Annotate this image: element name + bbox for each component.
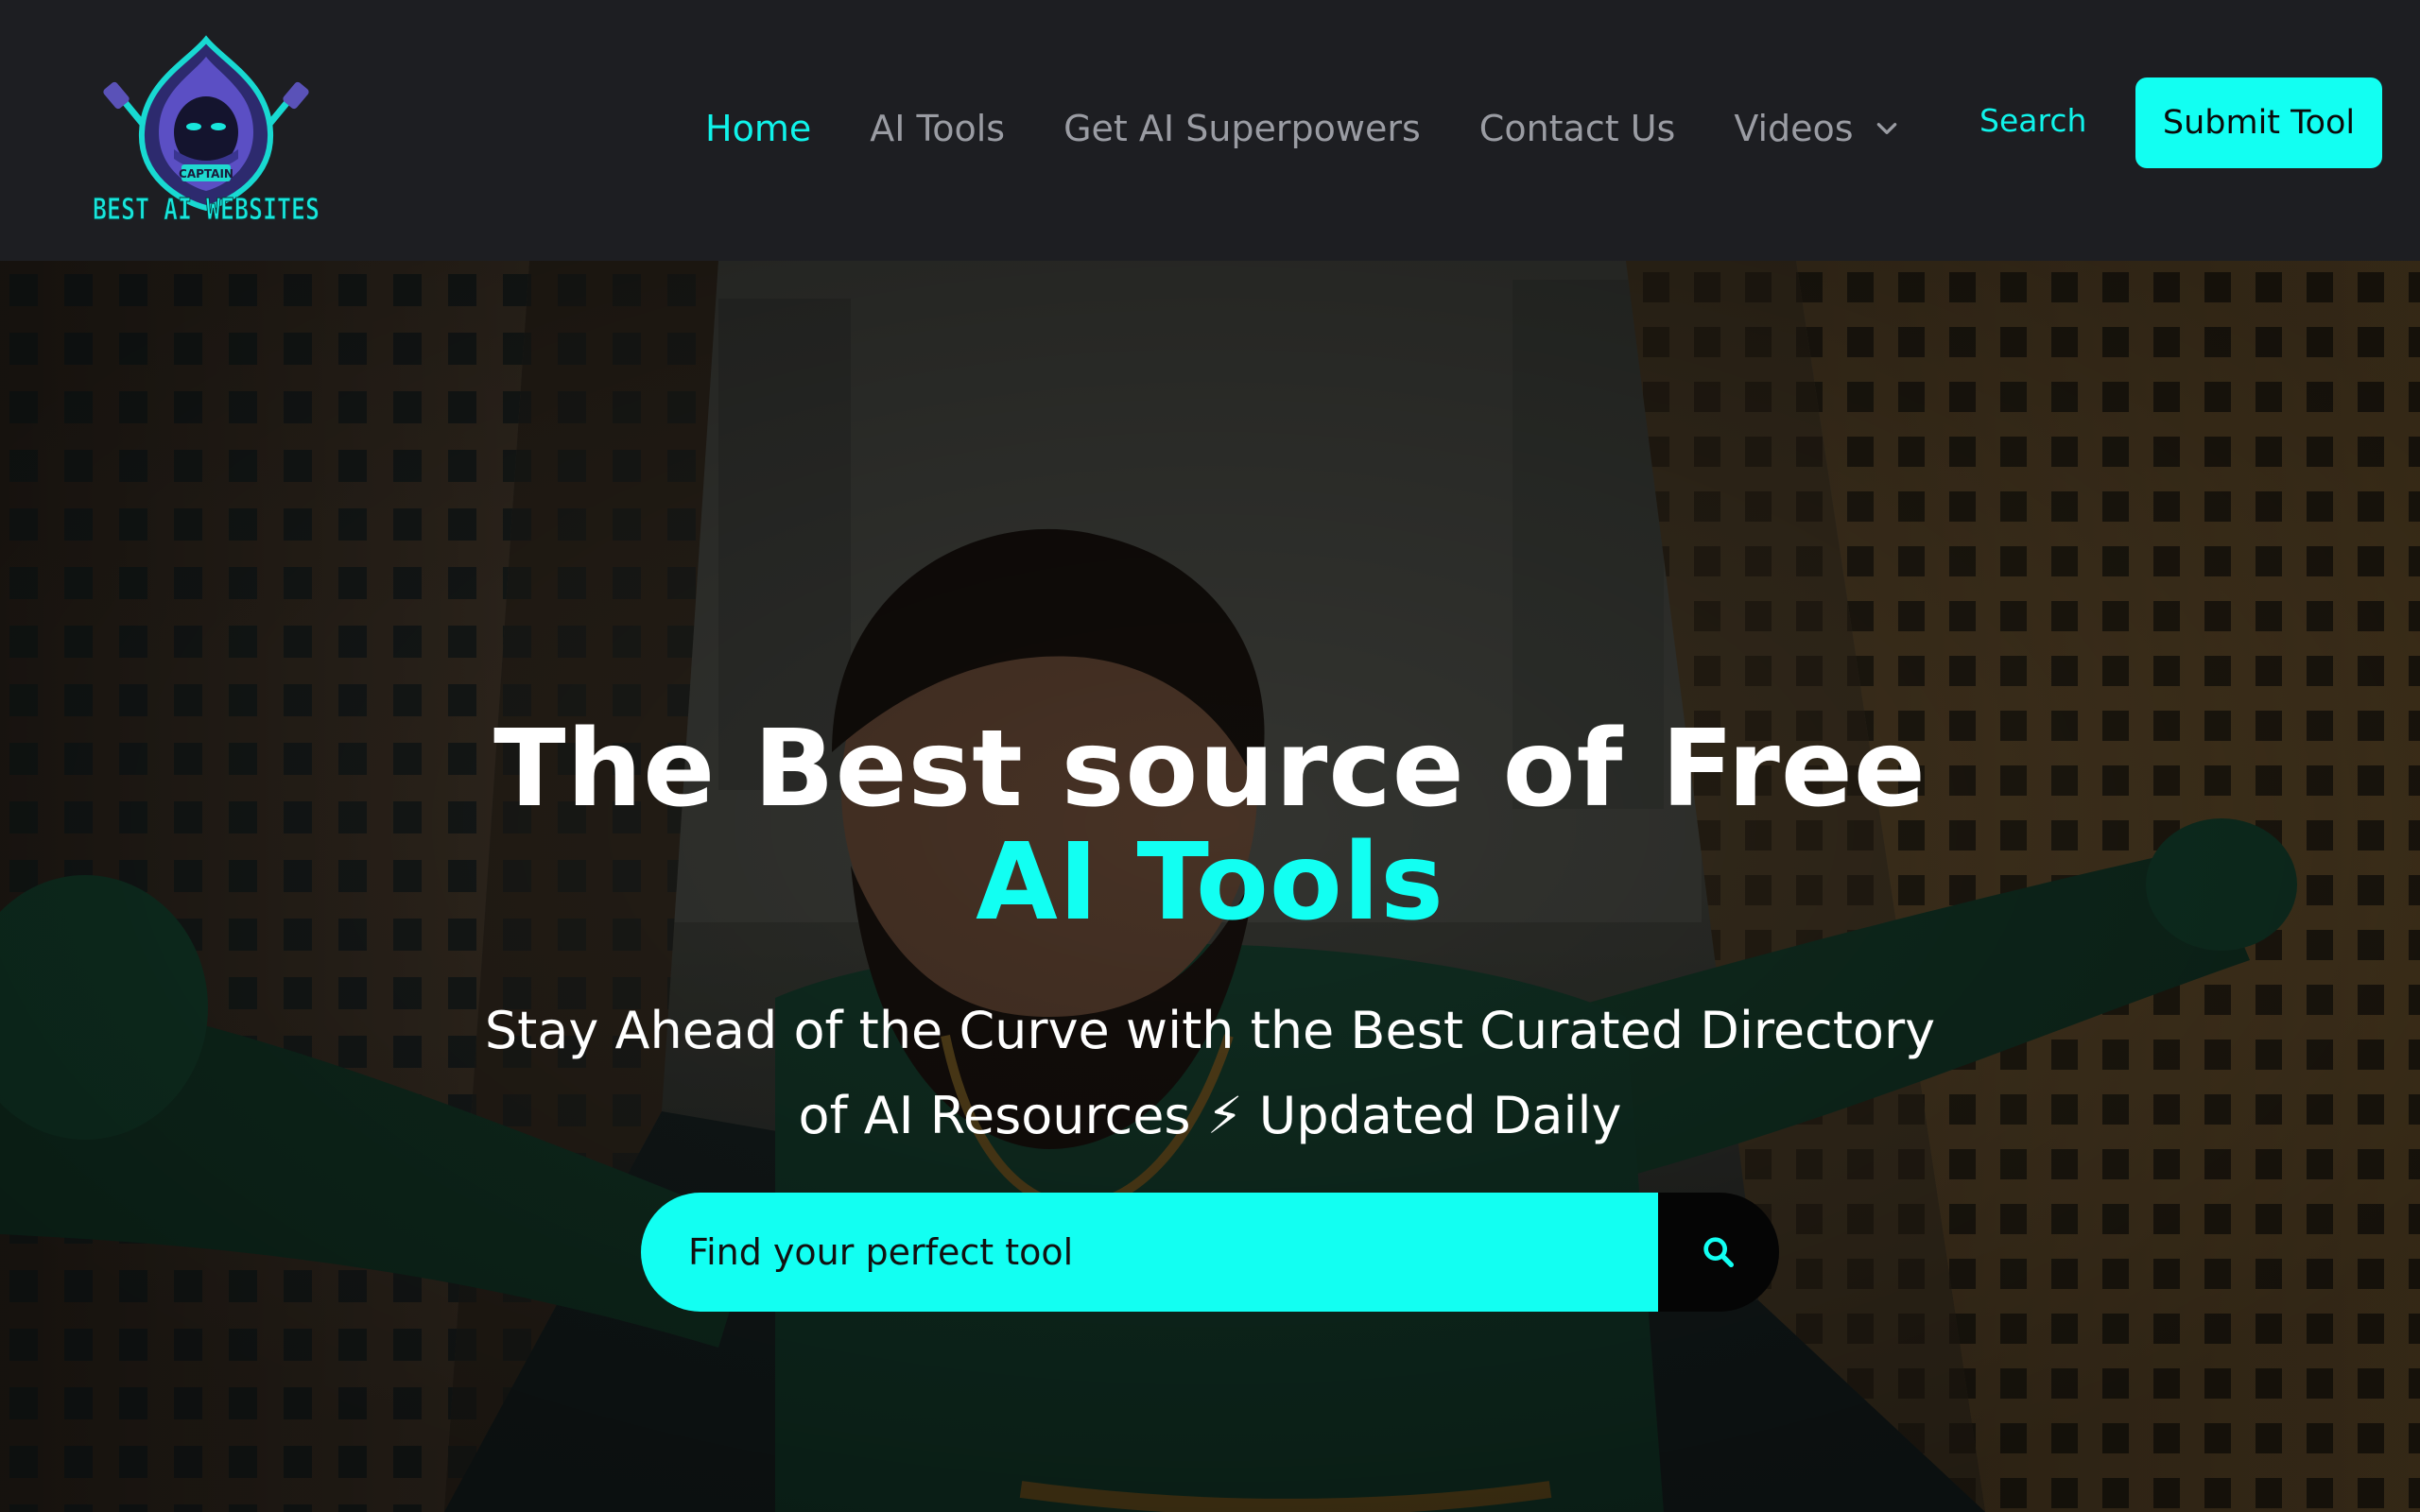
site-logo[interactable]: CAPTAIN BEST AI WEBSITES — [83, 34, 329, 232]
hero-subtitle: Stay Ahead of the Curve with the Best Cu… — [359, 988, 2061, 1159]
hero-subtitle-line2: of AI Resources ⚡ Updated Daily — [798, 1086, 1622, 1145]
nav-contact-us[interactable]: Contact Us — [1479, 108, 1676, 149]
hero-title-line1: The Best source of Free — [493, 708, 1927, 831]
nav-home[interactable]: Home — [705, 108, 811, 149]
site-header: CAPTAIN BEST AI WEBSITES Home AI Tools G… — [0, 0, 2420, 261]
tool-search-button[interactable] — [1658, 1193, 1779, 1312]
nav-get-ai-superpowers[interactable]: Get AI Superpowers — [1063, 108, 1421, 149]
search-icon — [1703, 1237, 1734, 1267]
nav-ai-tools[interactable]: AI Tools — [870, 108, 1005, 149]
tool-search-bar — [641, 1193, 1779, 1312]
hero-subtitle-line1: Stay Ahead of the Curve with the Best Cu… — [484, 1001, 1936, 1060]
tool-search-input[interactable] — [641, 1193, 1658, 1312]
submit-tool-button[interactable]: Submit Tool — [2135, 77, 2382, 168]
svg-text:BEST AI WEBSITES: BEST AI WEBSITES — [93, 193, 320, 227]
hero-section: The Best source of Free AI Tools Stay Ah… — [0, 261, 2420, 1512]
header-search-link[interactable]: Search — [1979, 102, 2086, 139]
main-navigation: Home AI Tools Get AI Superpowers Contact… — [705, 94, 1958, 163]
nav-videos-label: Videos — [1734, 108, 1854, 149]
chevron-down-icon[interactable] — [1875, 116, 1899, 141]
hero-title-accent: AI Tools — [976, 821, 1444, 944]
svg-text:CAPTAIN: CAPTAIN — [179, 167, 233, 180]
hero-title: The Best source of Free AI Tools — [0, 713, 2420, 939]
nav-videos[interactable]: Videos — [1734, 108, 1898, 149]
hooded-hero-logo-icon: CAPTAIN BEST AI WEBSITES — [93, 35, 320, 228]
